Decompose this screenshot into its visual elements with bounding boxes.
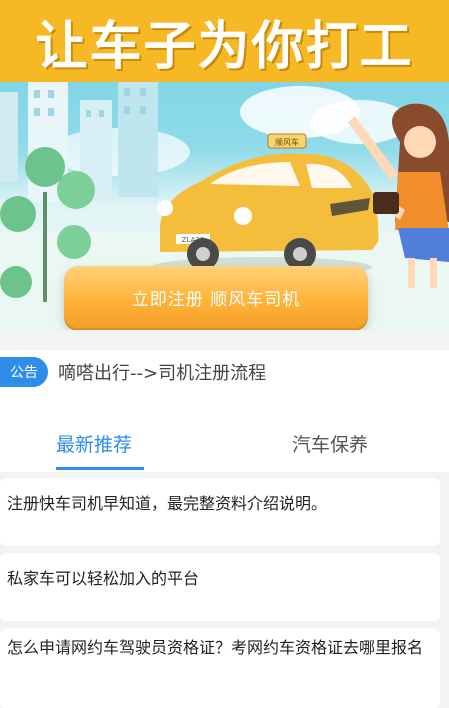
article-item[interactable]: 注册快车司机早知道，最完整资料介绍说明。 xyxy=(0,478,440,546)
register-driver-button[interactable]: 立即注册 顺风车司机 xyxy=(64,266,368,328)
announcement-bar[interactable]: 公告 嘀嗒出行-->司机注册流程 xyxy=(0,350,449,394)
tab-latest-recommend[interactable]: 最新推荐 xyxy=(56,430,132,457)
register-driver-label: 立即注册 顺风车司机 xyxy=(131,289,301,310)
hero-banner[interactable]: 让车子为你打工 顺风车 ZLA22 立即注册 顺风车司机 xyxy=(0,0,449,330)
tab-car-maintenance[interactable]: 汽车保养 xyxy=(292,430,368,457)
tab-bar: 最新推荐 汽车保养 xyxy=(0,394,449,472)
article-item[interactable]: 私家车可以轻松加入的平台 xyxy=(0,553,440,621)
article-title: 注册快车司机早知道，最完整资料介绍说明。 xyxy=(7,494,328,513)
announcement-badge: 公告 xyxy=(0,357,48,387)
banner-title-bar: 让车子为你打工 xyxy=(0,0,449,82)
article-title: 怎么申请网约车驾驶员资格证？考网约车资格证去哪里报名 xyxy=(7,638,424,657)
article-item[interactable]: 怎么申请网约车驾驶员资格证？考网约车资格证去哪里报名 xyxy=(0,628,440,708)
article-title: 私家车可以轻松加入的平台 xyxy=(7,569,200,588)
banner-title: 让车子为你打工 xyxy=(35,16,414,77)
active-tab-indicator xyxy=(56,467,144,470)
announcement-text[interactable]: 嘀嗒出行-->司机注册流程 xyxy=(58,359,266,385)
svg-text:顺风车: 顺风车 xyxy=(275,137,299,147)
